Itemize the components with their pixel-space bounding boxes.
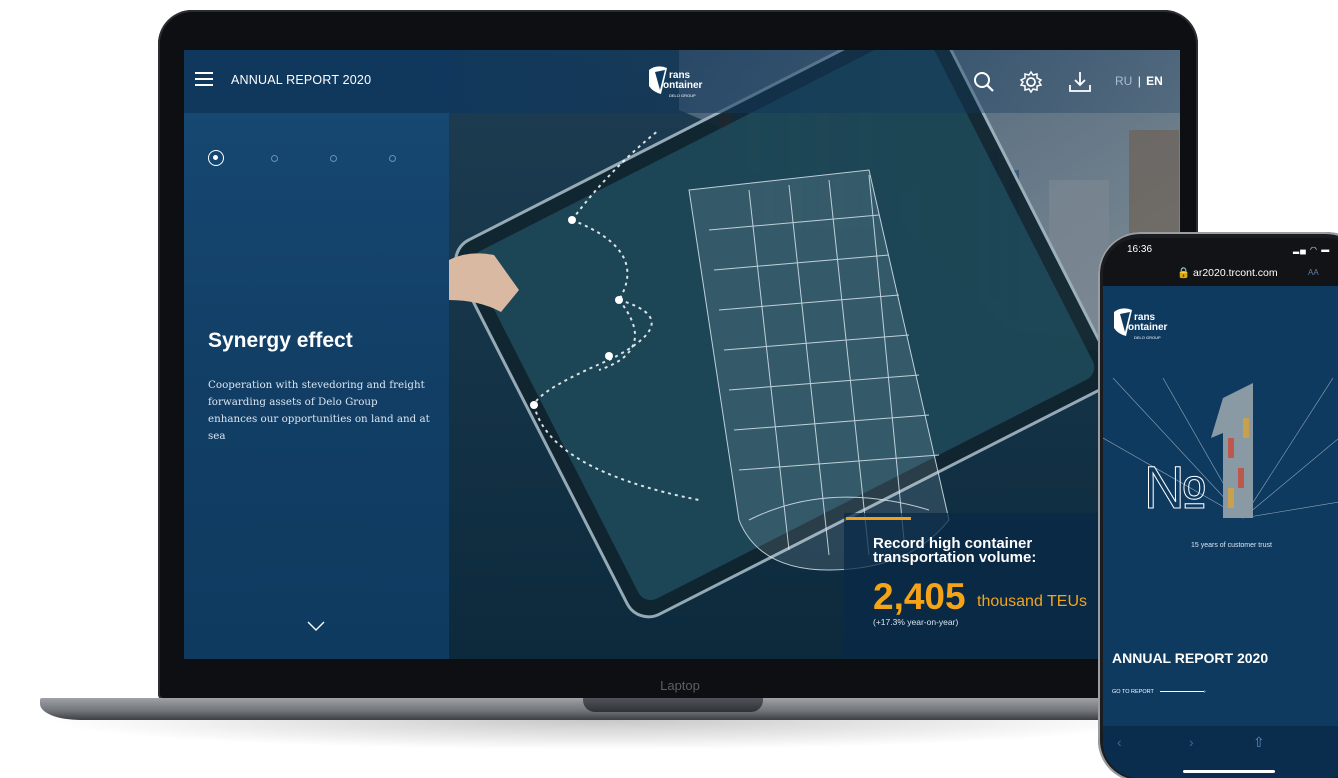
- lang-ru-link[interactable]: RU: [1115, 74, 1132, 88]
- left-info-panel: [184, 50, 449, 659]
- url-bar[interactable]: 🔒 ar2020.trcont.com: [1177, 266, 1278, 279]
- go-to-report-label: GO TO REPORT: [1112, 689, 1154, 695]
- transcontainer-logo[interactable]: rans ontainer DELO GROUP: [647, 64, 709, 100]
- record-value: 2,405: [873, 576, 966, 617]
- accent-bar: [846, 517, 911, 520]
- phone-screen: 16:36 ▂▄ ◠ ▬ 🔒 ar2020.trcont.com AA rans…: [1103, 238, 1338, 778]
- back-icon[interactable]: ‹: [1117, 734, 1122, 750]
- logo-text-bottom: ontainer: [663, 80, 703, 91]
- language-switcher: RU | EN: [1115, 74, 1163, 88]
- slide-dot-2[interactable]: [266, 150, 282, 166]
- url-text: ar2020.trcont.com: [1193, 267, 1278, 279]
- phone-report-title: ANNUAL REPORT 2020: [1112, 650, 1269, 666]
- device-mockup: ANNUAL REPORT 2020 rans ontainer DELO GR…: [0, 0, 1338, 778]
- signal-wifi-battery-icon: ▂▄ ◠ ▬: [1293, 245, 1331, 254]
- slide-dot-3[interactable]: [325, 150, 341, 166]
- hamburger-menu-icon[interactable]: [195, 72, 213, 86]
- laptop-notch: [583, 698, 763, 712]
- search-icon[interactable]: [971, 69, 997, 95]
- reader-aa-button[interactable]: AA: [1308, 268, 1319, 277]
- go-to-report-link[interactable]: GO TO REPORT ›: [1112, 689, 1206, 695]
- settings-gear-icon[interactable]: [1018, 69, 1044, 95]
- slide-dot-1[interactable]: [208, 150, 224, 166]
- record-title: Record high container transportation vol…: [873, 535, 1037, 566]
- slide-heading: Synergy effect: [208, 329, 353, 352]
- share-icon[interactable]: ⇧: [1253, 734, 1265, 751]
- download-icon[interactable]: [1067, 69, 1093, 95]
- chevron-down-icon[interactable]: [307, 620, 325, 632]
- arrow-line-icon: [1159, 691, 1204, 693]
- home-indicator: [1183, 770, 1275, 773]
- number-one-artwork: №: [1103, 378, 1338, 522]
- logo-subtext: DELO GROUP: [669, 93, 696, 98]
- transcontainer-logo[interactable]: rans ontainer DELO GROUP: [1112, 306, 1174, 342]
- laptop-screen: ANNUAL REPORT 2020 rans ontainer DELO GR…: [184, 50, 1180, 659]
- record-note: (+17.3% year-on-year): [873, 617, 959, 627]
- slide-dot-4[interactable]: [384, 150, 400, 166]
- logo-text-bottom: ontainer: [1128, 322, 1168, 333]
- report-title[interactable]: ANNUAL REPORT 2020: [231, 73, 371, 87]
- logo-subtext: DELO GROUP: [1134, 335, 1161, 340]
- slide-description: Cooperation with stevedoring and freight…: [208, 379, 430, 442]
- laptop-label: Laptop: [660, 678, 700, 693]
- record-unit: thousand TEUs: [977, 593, 1087, 610]
- lang-en-link[interactable]: EN: [1146, 74, 1163, 88]
- forward-icon[interactable]: ›: [1189, 734, 1194, 750]
- lang-separator: |: [1137, 74, 1141, 88]
- status-time: 16:36: [1127, 244, 1153, 255]
- svg-text:№: №: [1143, 454, 1207, 521]
- laptop-shadow: [40, 720, 1160, 750]
- slide-pagination: [208, 150, 408, 166]
- tagline: 15 years of customer trust: [1191, 542, 1272, 549]
